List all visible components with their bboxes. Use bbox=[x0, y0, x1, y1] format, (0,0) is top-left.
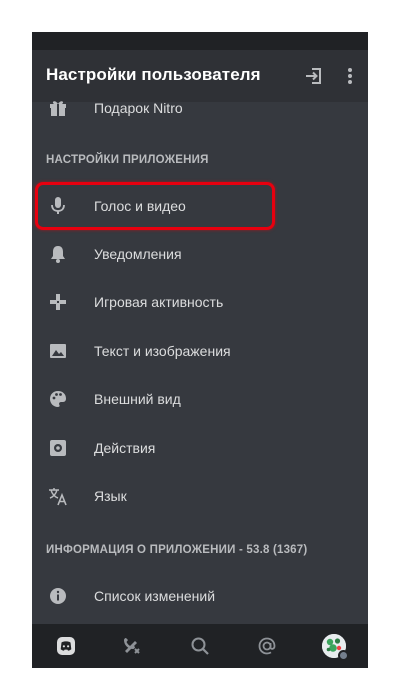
page-title: Настройки пользователя bbox=[46, 65, 261, 84]
palette-icon bbox=[46, 387, 70, 411]
logout-icon bbox=[304, 66, 324, 86]
nav-search-button[interactable] bbox=[186, 632, 214, 660]
bell-icon bbox=[46, 242, 70, 266]
mentions-icon bbox=[257, 636, 277, 656]
nav-mentions-button[interactable] bbox=[253, 632, 281, 660]
search-icon bbox=[190, 636, 210, 656]
discord-home-icon bbox=[55, 635, 77, 657]
settings-item-label: Язык bbox=[94, 488, 127, 504]
bottom-navigation bbox=[32, 624, 368, 668]
settings-item-label: Подарок Nitro bbox=[94, 100, 183, 116]
nav-friends-button[interactable] bbox=[118, 632, 146, 660]
translate-icon bbox=[46, 484, 70, 508]
gift-icon bbox=[46, 96, 70, 120]
settings-item-label: Внешний вид bbox=[94, 391, 181, 407]
settings-item-notifications[interactable]: Уведомления bbox=[32, 230, 368, 278]
user-avatar[interactable] bbox=[322, 634, 349, 661]
gamepad-icon bbox=[46, 290, 70, 314]
section-header-app-info: ИНФОРМАЦИЯ О ПРИЛОЖЕНИИ - 53.8 (1367) bbox=[46, 544, 308, 556]
status-indicator bbox=[338, 650, 349, 661]
settings-item-changelog[interactable]: Список изменений bbox=[32, 572, 368, 620]
highlight-frame bbox=[35, 182, 275, 230]
settings-item-game-activity[interactable]: Игровая активность bbox=[32, 278, 368, 326]
status-bar bbox=[32, 32, 368, 50]
settings-item-text-images[interactable]: Текст и изображения bbox=[32, 327, 368, 375]
friends-icon bbox=[121, 635, 143, 657]
settings-item-accessibility[interactable]: Действия bbox=[32, 424, 368, 472]
nav-home-button[interactable] bbox=[52, 632, 80, 660]
accessibility-icon bbox=[46, 436, 70, 460]
info-icon bbox=[46, 584, 70, 608]
settings-item-label: Текст и изображения bbox=[94, 343, 231, 359]
settings-item-appearance[interactable]: Внешний вид bbox=[32, 375, 368, 423]
settings-item-label: Игровая активность bbox=[94, 294, 224, 310]
image-icon bbox=[46, 339, 70, 363]
section-header-app-settings: НАСТРОЙКИ ПРИЛОЖЕНИЯ bbox=[46, 154, 209, 166]
settings-item-label: Список изменений bbox=[94, 588, 216, 604]
settings-item-label: Уведомления bbox=[94, 246, 182, 262]
settings-item-language[interactable]: Язык bbox=[32, 472, 368, 520]
settings-screen: Настройки пользователя Подарок Nitro НАС… bbox=[32, 32, 368, 668]
more-vertical-icon bbox=[347, 67, 353, 85]
settings-item-label: Действия bbox=[94, 440, 156, 456]
settings-item-nitro-gift[interactable]: Подарок Nitro bbox=[32, 84, 368, 132]
